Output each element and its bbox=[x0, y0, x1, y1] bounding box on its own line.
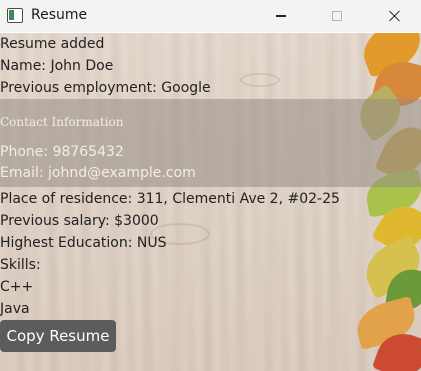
wood-knot bbox=[240, 73, 280, 87]
app-window-icon bbox=[7, 8, 23, 23]
close-icon bbox=[388, 10, 400, 22]
leaves-decoration bbox=[340, 33, 421, 371]
skill-item: C++ bbox=[0, 279, 34, 295]
email-text: Email: johnd@example.com bbox=[0, 165, 196, 181]
skills-label: Skills: bbox=[0, 257, 41, 273]
contact-heading: Contact Information bbox=[0, 115, 124, 129]
title-bar[interactable]: Resume bbox=[0, 0, 421, 32]
previous-employment-text: Previous employment: Google bbox=[0, 80, 211, 96]
window-title: Resume bbox=[31, 7, 88, 23]
copy-resume-button[interactable]: Copy Resume bbox=[0, 320, 116, 352]
skill-item: Java bbox=[0, 301, 30, 317]
maximize-button[interactable] bbox=[314, 0, 360, 32]
minimize-icon bbox=[276, 15, 286, 17]
education-text: Highest Education: NUS bbox=[0, 235, 167, 251]
close-button[interactable] bbox=[371, 0, 417, 32]
status-text: Resume added bbox=[0, 36, 105, 52]
phone-text: Phone: 98765432 bbox=[0, 144, 124, 160]
resume-content: Resume added Name: John Doe Previous emp… bbox=[0, 33, 421, 371]
maximize-icon bbox=[332, 11, 342, 21]
resume-window: Resume Resume added Name: John Doe Previ… bbox=[0, 0, 421, 371]
previous-salary-text: Previous salary: $3000 bbox=[0, 213, 159, 229]
residence-text: Place of residence: 311, Clementi Ave 2,… bbox=[0, 191, 340, 207]
minimize-button[interactable] bbox=[258, 0, 304, 32]
name-text: Name: John Doe bbox=[0, 58, 114, 74]
